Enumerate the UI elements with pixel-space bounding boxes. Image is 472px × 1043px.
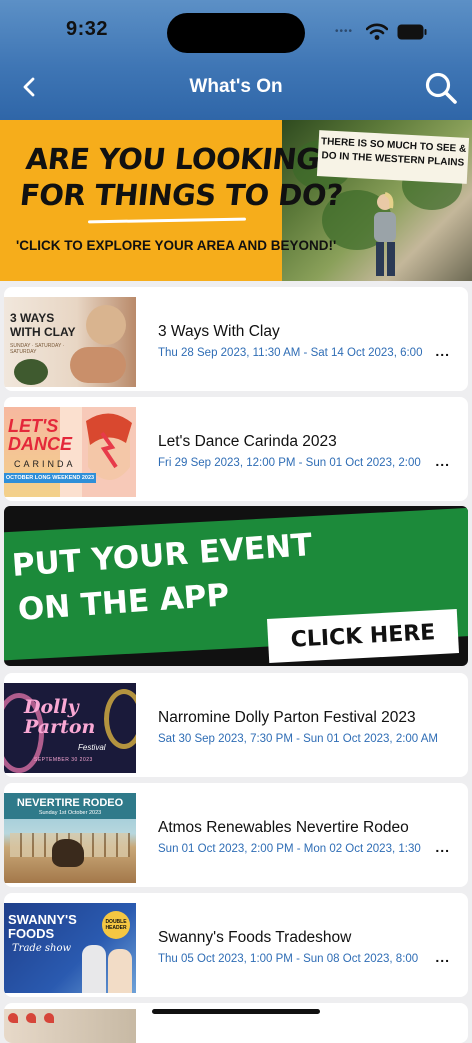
event-date: Sat 30 Sep 2023, 7:30 PM - Sun 01 Oct 20… [158,733,439,745]
event-date: Fri 29 Sep 2023, 12:00 PM - Sun 01 Oct 2… [158,457,421,469]
thumbnail-text: NEVERTIRE RODEO [16,797,124,809]
more-options-button[interactable]: ... [435,949,450,965]
event-thumbnail: LET'S DANCE CARINDA OCTOBER LONG WEEKEND… [4,407,136,497]
status-time: 9:32 [66,18,109,40]
event-title: Swanny's Foods Tradeshow [158,929,352,946]
thumbnail-band: OCTOBER LONG WEEKEND 2023 [4,473,96,483]
banner-note: THERE IS SO MUCH TO SEE & DO IN THE WEST… [316,130,470,184]
event-title: Let's Dance Carinda 2023 [158,433,337,450]
thumbnail-subtext: Festival [78,743,106,752]
thumbnail-text: LET'S DANCE [8,416,73,454]
event-card[interactable]: LET'S DANCE CARINDA OCTOBER LONG WEEKEND… [4,397,468,501]
thumbnail-text: SWANNY'S FOODS [8,912,77,941]
event-title: Atmos Renewables Nevertire Rodeo [158,819,409,836]
event-title: 3 Ways With Clay [158,323,280,340]
thumbnail-subtext: Trade show [12,943,72,954]
wifi-icon [366,23,388,40]
event-card[interactable]: 3 WAYS WITH CLAY SUNDAY · SATURDAY · SAT… [4,287,468,391]
event-card[interactable]: NEVERTIRE RODEO Sunday 1st October 2023 … [4,783,468,887]
signal-icon: •••• [335,26,354,37]
event-thumbnail: NEVERTIRE RODEO Sunday 1st October 2023 [4,793,136,883]
event-thumbnail: Dolly Parton Festival SEPTEMBER 30 2023 [4,683,136,773]
banner-cta: 'CLICK TO EXPLORE YOUR AREA AND BEYOND!' [16,238,337,253]
event-card[interactable]: Dolly Parton Festival SEPTEMBER 30 2023 … [4,673,468,777]
thumbnail-text: Dolly Parton [24,696,96,738]
event-date: Thu 05 Oct 2023, 1:00 PM - Sun 08 Oct 20… [158,953,419,965]
event-card[interactable]: SWANNY'S FOODS Trade show DOUBLE HEADER … [4,893,468,997]
more-options-button[interactable]: ... [435,839,450,855]
event-date: Thu 28 Sep 2023, 11:30 AM - Sat 14 Oct 2… [158,347,423,359]
page-title: What's On [189,76,283,97]
search-button[interactable] [424,70,458,104]
banner-headline: FOR THINGS TO DO? [18,178,345,212]
event-thumbnail: SWANNY'S FOODS Trade show DOUBLE HEADER [4,903,136,993]
thumbnail-badge: DOUBLE HEADER [102,911,130,939]
dynamic-island [167,13,305,53]
thumbnail-text: 3 WAYS WITH CLAY [10,311,76,339]
app-header: 9:32 •••• What's On [0,0,472,120]
hiker-figure [374,192,396,276]
more-options-button[interactable]: ... [435,453,450,469]
event-thumbnail [4,1009,136,1043]
event-thumbnail: 3 WAYS WITH CLAY SUNDAY · SATURDAY · SAT… [4,297,136,387]
home-indicator[interactable] [152,1009,320,1014]
thumbnail-subtext: CARINDA [14,459,76,469]
thumbnail-band: SEPTEMBER 30 2023 [34,757,93,763]
thumbnail-subtext: Sunday 1st October 2023 [38,810,102,816]
event-title: Narromine Dolly Parton Festival 2023 [158,709,416,726]
banner-headline: ARE YOU LOOKING [24,142,322,176]
more-options-button[interactable]: ... [435,343,450,359]
battery-icon [397,24,427,40]
event-date: Sun 01 Oct 2023, 2:00 PM - Mon 02 Oct 20… [158,843,421,855]
